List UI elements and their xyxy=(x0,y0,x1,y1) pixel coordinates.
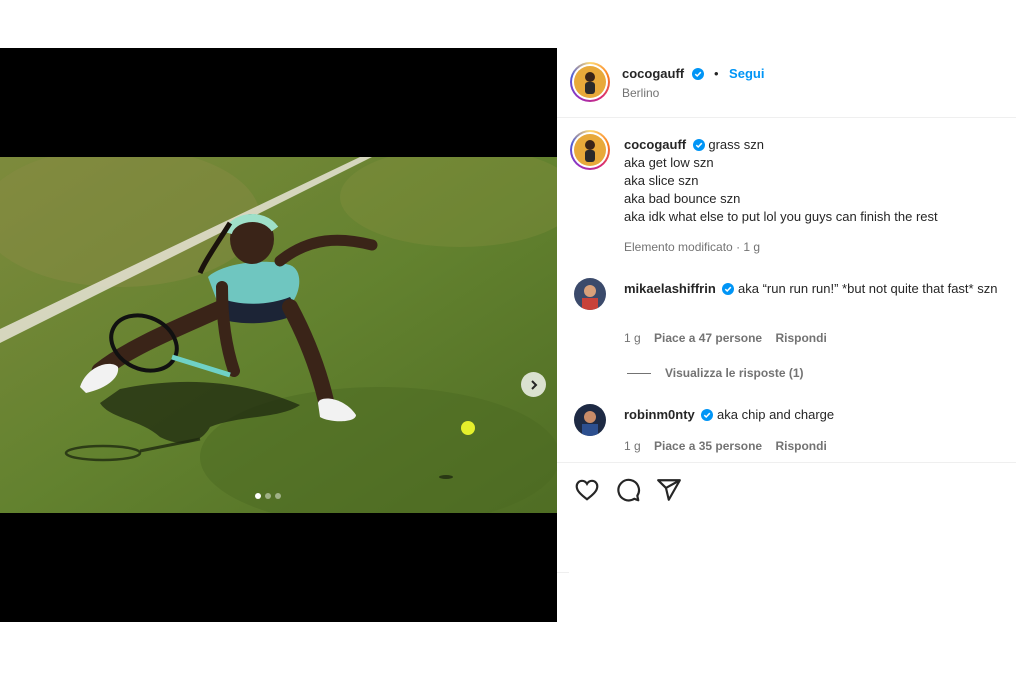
comment-text: aka “run run run!” *but not quite that f… xyxy=(738,281,998,296)
caption-meta: Elemento modificato · 1 g xyxy=(624,238,1004,256)
heart-icon[interactable] xyxy=(574,477,600,503)
caption-line: aka slice szn xyxy=(624,173,699,188)
edited-label: Elemento modificato xyxy=(624,240,733,254)
share-icon[interactable] xyxy=(656,477,682,503)
comment-meta: 1 g Piace a 47 persone Rispondi xyxy=(624,331,827,345)
view-replies-button[interactable]: Visualizza le risposte (1) xyxy=(627,366,804,380)
caption-time[interactable]: 1 g xyxy=(743,240,760,254)
post-details-panel: cocogauff • Segui Berlino cocogauff gras… xyxy=(557,48,1016,622)
view-replies-label: Visualizza le risposte (1) xyxy=(665,366,804,380)
comment-likes[interactable]: Piace a 47 persone xyxy=(654,331,762,345)
comment: mikaelashiffrin aka “run run run!” *but … xyxy=(624,280,1004,298)
post-header: cocogauff • Segui Berlino xyxy=(557,48,1016,118)
comment: robinm0nty aka chip and charge xyxy=(624,406,1004,424)
divider xyxy=(557,572,569,573)
comment-icon[interactable] xyxy=(615,477,641,503)
verified-badge-icon xyxy=(722,283,735,295)
follow-button[interactable]: Segui xyxy=(729,66,764,81)
caption-author-username[interactable]: cocogauff xyxy=(624,137,686,152)
author-username[interactable]: cocogauff xyxy=(622,66,684,81)
meta-dot: · xyxy=(736,240,741,254)
comment-meta: 1 g Piace a 35 persone Rispondi xyxy=(624,439,827,453)
commenter-avatar[interactable] xyxy=(574,404,606,436)
carousel-dot xyxy=(265,493,271,499)
verified-badge-icon xyxy=(701,409,714,421)
comment-time[interactable]: 1 g xyxy=(624,439,641,453)
post-actions xyxy=(557,462,1016,572)
separator-dot: • xyxy=(714,66,719,81)
caption-line: aka bad bounce szn xyxy=(624,191,741,206)
carousel-indicator xyxy=(255,493,281,499)
carousel-next-button[interactable] xyxy=(521,372,546,397)
carousel-dot xyxy=(275,493,281,499)
chevron-right-icon xyxy=(530,379,537,390)
replies-line xyxy=(627,372,651,374)
media-panel xyxy=(0,48,557,622)
comment-likes[interactable]: Piace a 35 persone xyxy=(654,439,762,453)
post-location[interactable]: Berlino xyxy=(622,86,659,100)
commenter-avatar[interactable] xyxy=(574,278,606,310)
reply-button[interactable]: Rispondi xyxy=(775,331,826,345)
comment-author[interactable]: mikaelashiffrin xyxy=(624,281,716,296)
author-avatar[interactable] xyxy=(570,62,610,102)
caption-line: grass szn xyxy=(708,137,765,152)
carousel-dot xyxy=(255,493,261,499)
caption-author-avatar[interactable] xyxy=(570,130,610,170)
verified-badge-icon xyxy=(692,139,705,151)
comment-time[interactable]: 1 g xyxy=(624,331,641,345)
verified-badge-icon xyxy=(691,68,704,80)
post-photo xyxy=(0,157,557,513)
post-caption: cocogauff grass szn aka get low szn aka … xyxy=(624,136,1004,256)
comment-author[interactable]: robinm0nty xyxy=(624,407,695,422)
reply-button[interactable]: Rispondi xyxy=(775,439,826,453)
caption-line: aka idk what else to put lol you guys ca… xyxy=(624,209,938,224)
caption-line: aka get low szn xyxy=(624,155,714,170)
instagram-post-dialog: cocogauff • Segui Berlino cocogauff gras… xyxy=(0,0,1016,678)
comment-text: aka chip and charge xyxy=(717,407,835,422)
